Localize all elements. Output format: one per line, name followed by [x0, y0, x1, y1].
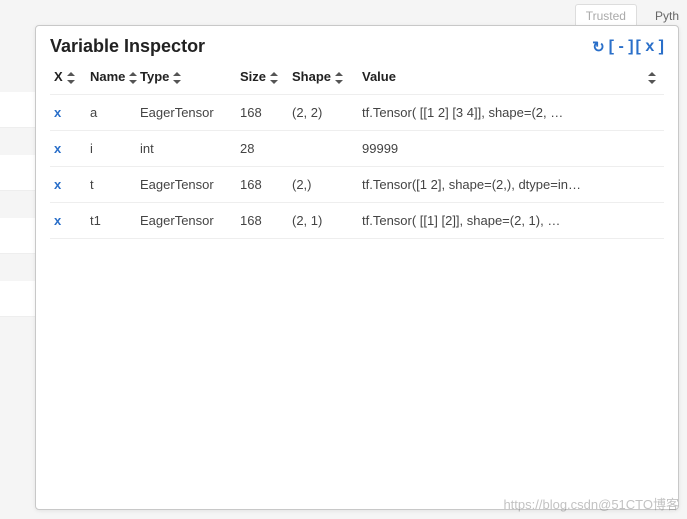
- delete-variable-button[interactable]: x: [54, 105, 61, 120]
- cell-shape: (2, 2): [288, 95, 358, 131]
- panel-title: Variable Inspector: [50, 36, 205, 57]
- notebook-cell-edge: [0, 155, 35, 191]
- notebook-cell-edge: [0, 281, 35, 317]
- cell-shape: (2, 1): [288, 203, 358, 239]
- col-header-shape[interactable]: Shape: [288, 63, 358, 95]
- cell-size: 28: [236, 131, 288, 167]
- cell-type: int: [136, 131, 236, 167]
- notebook-cell-edge: [0, 218, 35, 254]
- cell-type: EagerTensor: [136, 95, 236, 131]
- cell-size: 168: [236, 167, 288, 203]
- sort-icon: [129, 72, 137, 84]
- delete-variable-button[interactable]: x: [54, 177, 61, 192]
- table-row: x t EagerTensor 168 (2,) tf.Tensor([1 2]…: [50, 167, 664, 203]
- collapse-button[interactable]: [ - ]: [609, 38, 634, 56]
- col-header-type[interactable]: Type: [136, 63, 236, 95]
- sort-icon: [173, 72, 181, 84]
- col-header-value-sort[interactable]: [640, 63, 664, 95]
- table-row: x i int 28 99999: [50, 131, 664, 167]
- cell-size: 168: [236, 203, 288, 239]
- panel-actions: ↻ [ - ] [ x ]: [592, 38, 664, 56]
- cell-value: 99999: [358, 131, 664, 167]
- col-header-size[interactable]: Size: [236, 63, 288, 95]
- delete-variable-button[interactable]: x: [54, 141, 61, 156]
- col-header-delete[interactable]: X: [50, 63, 86, 95]
- cell-value: tf.Tensor( [[1] [2]], shape=(2, 1), …: [358, 203, 664, 239]
- notebook-cells-strip: [0, 0, 35, 519]
- variable-inspector-panel: Variable Inspector ↻ [ - ] [ x ] X Name …: [35, 25, 679, 510]
- refresh-icon[interactable]: ↻: [592, 38, 605, 56]
- cell-name: i: [86, 131, 136, 167]
- sort-icon: [648, 72, 656, 84]
- delete-variable-button[interactable]: x: [54, 213, 61, 228]
- table-header-row: X Name Type Size Shape Value: [50, 63, 664, 95]
- col-header-name[interactable]: Name: [86, 63, 136, 95]
- sort-icon: [335, 72, 343, 84]
- sort-icon: [270, 72, 278, 84]
- cell-value: tf.Tensor( [[1 2] [3 4]], shape=(2, …: [358, 95, 664, 131]
- variables-table: X Name Type Size Shape Value x a EagerTe…: [50, 63, 664, 239]
- cell-size: 168: [236, 95, 288, 131]
- cell-shape: (2,): [288, 167, 358, 203]
- cell-value: tf.Tensor([1 2], shape=(2,), dtype=in…: [358, 167, 664, 203]
- panel-header: Variable Inspector ↻ [ - ] [ x ]: [50, 36, 664, 57]
- table-row: x t1 EagerTensor 168 (2, 1) tf.Tensor( […: [50, 203, 664, 239]
- sort-icon: [67, 72, 75, 84]
- cell-name: t1: [86, 203, 136, 239]
- cell-name: t: [86, 167, 136, 203]
- cell-shape: [288, 131, 358, 167]
- cell-type: EagerTensor: [136, 167, 236, 203]
- col-header-value[interactable]: Value: [358, 63, 640, 95]
- cell-type: EagerTensor: [136, 203, 236, 239]
- notebook-cell-edge: [0, 92, 35, 128]
- kernel-name-fragment: Pyth: [655, 9, 679, 23]
- cell-name: a: [86, 95, 136, 131]
- close-button[interactable]: [ x ]: [636, 38, 664, 56]
- table-row: x a EagerTensor 168 (2, 2) tf.Tensor( [[…: [50, 95, 664, 131]
